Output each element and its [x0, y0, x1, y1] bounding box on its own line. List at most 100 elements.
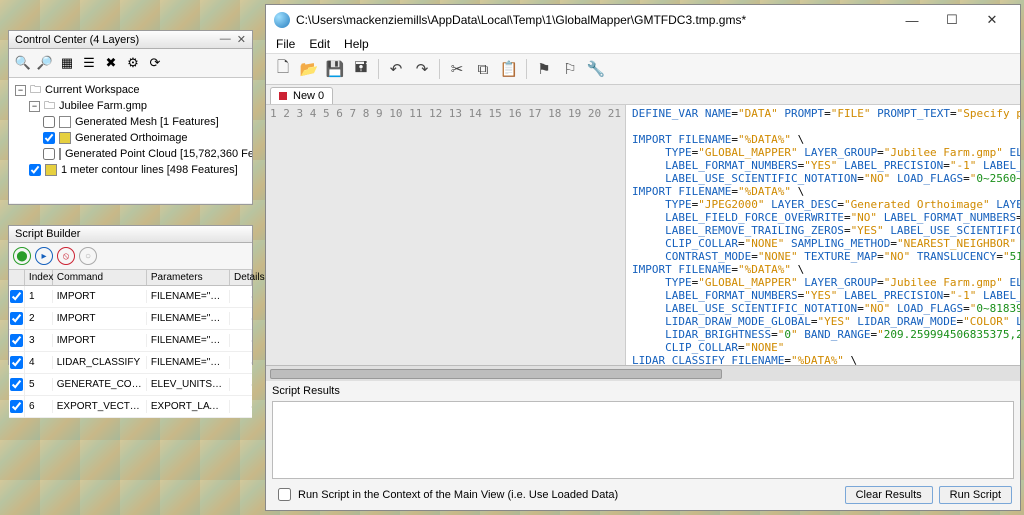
collapse-icon[interactable]: −	[15, 85, 26, 96]
close-icon[interactable]: ✕	[972, 9, 1012, 31]
row-checkbox[interactable]	[10, 400, 23, 413]
col-parameters[interactable]: Parameters	[147, 270, 230, 285]
code-editor[interactable]: 1 2 3 4 5 6 7 8 9 10 11 12 13 14 15 16 1…	[266, 105, 1020, 365]
col-command[interactable]: Command	[53, 270, 147, 285]
layer-label[interactable]: 1 meter contour lines [498 Features]	[61, 162, 238, 178]
layer-swatch-icon	[59, 148, 61, 160]
grid-icon[interactable]: ▦	[57, 53, 77, 73]
record-icon[interactable]: ⬤	[13, 247, 31, 265]
cell-index: 2	[25, 312, 53, 325]
close-layer-icon[interactable]: ✖	[101, 53, 121, 73]
menu-file[interactable]: File	[276, 37, 295, 51]
clear-icon[interactable]: ○	[79, 247, 97, 265]
cell-command: IMPORT	[53, 312, 147, 325]
folder-icon: 🗀	[30, 82, 41, 98]
grid-body: 1 IMPORT FILENAME="C:\Users... 2 IMPORT …	[9, 286, 252, 418]
layer-options-icon[interactable]: ⚙	[123, 53, 143, 73]
layer-checkbox[interactable]	[43, 148, 55, 160]
cell-index: 1	[25, 290, 53, 303]
grid-header: Index Command Parameters Details	[9, 270, 252, 286]
minimize-icon[interactable]: —	[892, 9, 932, 31]
layer-tree[interactable]: − 🗀 Current Workspace − 🗀 Jubilee Farm.g…	[9, 78, 252, 203]
cell-index: 6	[25, 400, 53, 413]
zoom-layer-icon[interactable]: 🔎	[35, 53, 55, 73]
cell-index: 5	[25, 378, 53, 391]
redo-icon[interactable]: ↷	[411, 58, 433, 80]
editor-title-bar[interactable]: C:\Users\mackenziemills\AppData\Local\Te…	[266, 5, 1020, 35]
layer-checkbox[interactable]	[43, 116, 55, 128]
layer-swatch-icon	[59, 116, 71, 128]
layer-group[interactable]: Jubilee Farm.gmp	[59, 98, 147, 114]
cut-icon[interactable]: ✂	[446, 58, 468, 80]
minimize-icon[interactable]: —	[220, 33, 231, 46]
cell-command: EXPORT_VECTOR	[53, 400, 147, 413]
play-icon[interactable]: ▸	[35, 247, 53, 265]
save-icon[interactable]: 💾	[324, 58, 346, 80]
row-checkbox[interactable]	[10, 334, 23, 347]
row-checkbox[interactable]	[10, 378, 23, 391]
editor-tab[interactable]: New 0	[270, 87, 333, 104]
context-checkbox[interactable]	[278, 488, 291, 501]
table-row[interactable]: 2 IMPORT FILENAME="C:\Users...	[9, 308, 252, 330]
cell-parameters: EXPORT_LAYER="1 m...	[147, 400, 230, 413]
tool-icon[interactable]: 🔧	[585, 58, 607, 80]
cell-details	[230, 406, 252, 408]
script-builder-panel: Script Builder ⬤ ▸ ⦸ ○ Index Command Par…	[8, 225, 253, 365]
stop-icon[interactable]: ⦸	[57, 247, 75, 265]
cell-command: IMPORT	[53, 290, 147, 303]
cell-details	[230, 296, 252, 298]
paste-icon[interactable]: 📋	[498, 58, 520, 80]
layer-swatch-icon	[59, 132, 71, 144]
copy-icon[interactable]: ⧉	[472, 58, 494, 80]
script-builder-title-bar[interactable]: Script Builder	[9, 226, 252, 243]
table-row[interactable]: 1 IMPORT FILENAME="C:\Users...	[9, 286, 252, 308]
table-row[interactable]: 6 EXPORT_VECTOR EXPORT_LAYER="1 m...	[9, 396, 252, 418]
cell-details	[230, 340, 252, 342]
layer-label[interactable]: Generated Mesh [1 Features]	[75, 114, 219, 130]
control-center-title-bar[interactable]: Control Center (4 Layers) — ✕	[9, 31, 252, 49]
cell-details	[230, 318, 252, 320]
app-icon	[274, 12, 290, 28]
workspace-root: Current Workspace	[45, 82, 140, 98]
metadata-icon[interactable]: ☰	[79, 53, 99, 73]
layer-label[interactable]: Generated Point Cloud [15,782,360 Featur…	[65, 146, 252, 162]
control-center-title: Control Center (4 Layers)	[15, 34, 139, 46]
row-checkbox[interactable]	[10, 290, 23, 303]
open-icon[interactable]: 📂	[298, 58, 320, 80]
menu-help[interactable]: Help	[344, 37, 369, 51]
script-builder-toolbar: ⬤ ▸ ⦸ ○	[9, 243, 252, 270]
cell-index: 4	[25, 356, 53, 369]
horizontal-scrollbar[interactable]	[266, 365, 1020, 381]
flags-icon[interactable]: ⚐	[559, 58, 581, 80]
zoom-in-icon[interactable]: 🔍	[13, 53, 33, 73]
col-index[interactable]: Index	[25, 270, 53, 285]
layer-checkbox[interactable]	[29, 164, 41, 176]
flag-icon[interactable]: ⚑	[533, 58, 555, 80]
layer-label[interactable]: Generated Orthoimage	[75, 130, 188, 146]
table-row[interactable]: 5 GENERATE_CONT... ELEV_UNITS="METER...	[9, 374, 252, 396]
menu-edit[interactable]: Edit	[309, 37, 330, 51]
cell-parameters: FILENAME="C:\Users...	[147, 334, 230, 347]
script-editor-window: C:\Users\mackenziemills\AppData\Local\Te…	[265, 4, 1021, 511]
new-icon[interactable]: 🗋	[272, 58, 294, 80]
context-checkbox-label[interactable]: Run Script in the Context of the Main Vi…	[274, 485, 618, 504]
close-icon[interactable]: ✕	[237, 33, 246, 46]
row-checkbox[interactable]	[10, 312, 23, 325]
table-row[interactable]: 4 LIDAR_CLASSIFY FILENAME="C:\Users...	[9, 352, 252, 374]
menu-bar: File Edit Help	[266, 35, 1020, 54]
table-row[interactable]: 3 IMPORT FILENAME="C:\Users...	[9, 330, 252, 352]
layer-checkbox[interactable]	[43, 132, 55, 144]
cell-parameters: FILENAME="C:\Users...	[147, 290, 230, 303]
run-script-button[interactable]: Run Script	[939, 486, 1012, 504]
collapse-icon[interactable]: −	[29, 101, 40, 112]
clear-results-button[interactable]: Clear Results	[845, 486, 933, 504]
row-checkbox[interactable]	[10, 356, 23, 369]
refresh-icon[interactable]: ⟳	[145, 53, 165, 73]
code-text[interactable]: DEFINE_VAR NAME="DATA" PROMPT="FILE" PRO…	[626, 105, 1020, 365]
col-details[interactable]: Details	[230, 270, 252, 285]
maximize-icon[interactable]: ☐	[932, 9, 972, 31]
undo-icon[interactable]: ↶	[385, 58, 407, 80]
results-box[interactable]	[272, 401, 1014, 479]
line-gutter: 1 2 3 4 5 6 7 8 9 10 11 12 13 14 15 16 1…	[266, 105, 626, 365]
save-all-icon[interactable]: 🖬	[350, 58, 372, 80]
